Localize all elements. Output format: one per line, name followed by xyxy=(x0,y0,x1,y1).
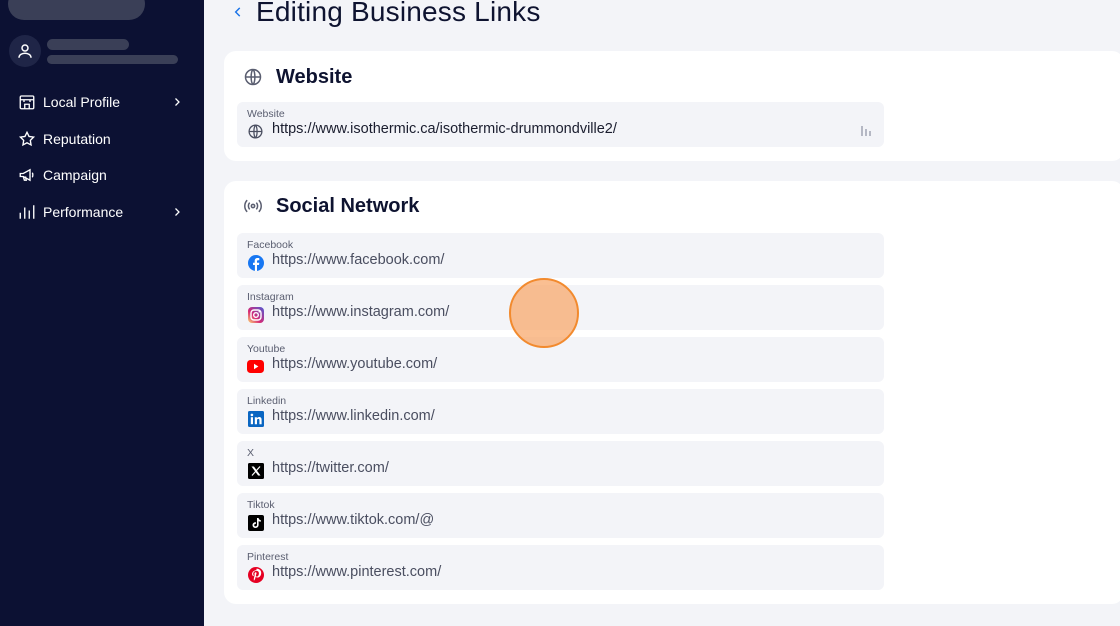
field-label: X xyxy=(247,447,255,459)
facebook-icon xyxy=(247,254,264,271)
bar-chart-icon xyxy=(18,203,36,221)
sidebar-item-local-profile[interactable]: Local Profile xyxy=(18,90,184,114)
chevron-right-icon xyxy=(170,205,184,219)
input-extension-icon[interactable] xyxy=(860,124,872,138)
field-label: Instagram xyxy=(247,291,294,303)
tiktok-field[interactable]: Tiktok https://www.tiktok.com/@ xyxy=(237,493,884,538)
website-field[interactable]: Website https://www.isothermic.ca/isothe… xyxy=(237,102,884,147)
linkedin-field[interactable]: Linkedin https://www.linkedin.com/ xyxy=(237,389,884,434)
globe-icon xyxy=(242,66,264,88)
sidebar-item-campaign[interactable]: Campaign xyxy=(18,163,184,187)
youtube-icon xyxy=(247,358,264,375)
pinterest-input[interactable]: https://www.pinterest.com/ xyxy=(272,564,441,580)
chevron-left-icon xyxy=(234,7,241,17)
sidebar-item-label: Reputation xyxy=(43,131,111,147)
field-label: Youtube xyxy=(247,343,286,355)
pinterest-icon xyxy=(247,566,264,583)
store-icon xyxy=(18,93,36,111)
field-label: Facebook xyxy=(247,239,294,251)
website-input[interactable]: https://www.isothermic.ca/isothermic-dru… xyxy=(272,121,617,137)
sidebar-item-reputation[interactable]: Reputation xyxy=(18,127,184,151)
chevron-right-icon xyxy=(170,95,184,109)
sidebar-item-label: Performance xyxy=(43,204,124,220)
sidebar: Local Profile Reputation Campaign Perfor… xyxy=(0,0,204,626)
tiktok-input[interactable]: https://www.tiktok.com/@ xyxy=(272,512,434,528)
user-name-placeholder xyxy=(47,39,129,50)
linkedin-icon xyxy=(247,410,264,427)
sidebar-item-label: Campaign xyxy=(43,167,107,183)
broadcast-icon xyxy=(242,195,264,217)
facebook-input[interactable]: https://www.facebook.com/ xyxy=(272,252,444,268)
website-card-header: Website xyxy=(242,62,352,92)
social-network-card: Social Network Facebook https://www.face… xyxy=(224,181,1120,604)
facebook-field[interactable]: Facebook https://www.facebook.com/ xyxy=(237,233,884,278)
workspace-switcher[interactable] xyxy=(8,0,145,20)
youtube-input[interactable]: https://www.youtube.com/ xyxy=(272,356,437,372)
field-label: Tiktok xyxy=(247,499,275,511)
instagram-icon xyxy=(247,306,264,323)
user-icon xyxy=(18,44,32,58)
field-label: Pinterest xyxy=(247,551,289,563)
youtube-field[interactable]: Youtube https://www.youtube.com/ xyxy=(237,337,884,382)
page-title: Editing Business Links xyxy=(256,0,541,27)
instagram-input[interactable]: https://www.instagram.com/ xyxy=(272,304,449,320)
star-icon xyxy=(18,130,36,148)
linkedin-input[interactable]: https://www.linkedin.com/ xyxy=(272,408,435,424)
social-card-header: Social Network xyxy=(242,191,419,221)
instagram-field[interactable]: Instagram https://www.instagram.com/ xyxy=(237,285,884,330)
tiktok-icon xyxy=(247,514,264,531)
website-card: Website Website https://www.isothermic.c… xyxy=(224,51,1120,161)
x-field[interactable]: X https://twitter.com/ xyxy=(237,441,884,486)
pinterest-field[interactable]: Pinterest https://www.pinterest.com/ xyxy=(237,545,884,590)
sidebar-item-performance[interactable]: Performance xyxy=(18,200,184,224)
field-label: Website xyxy=(247,108,285,120)
user-email-placeholder xyxy=(47,55,178,64)
back-button[interactable] xyxy=(228,2,248,22)
sidebar-item-label: Local Profile xyxy=(43,94,121,110)
website-section-title: Website xyxy=(276,65,353,88)
page-header: Editing Business Links xyxy=(228,0,541,32)
globe-icon xyxy=(247,123,264,140)
social-section-title: Social Network xyxy=(276,194,420,217)
megaphone-icon xyxy=(18,166,36,184)
x-icon xyxy=(247,462,264,479)
field-label: Linkedin xyxy=(247,395,287,407)
user-avatar[interactable] xyxy=(9,35,41,67)
x-input[interactable]: https://twitter.com/ xyxy=(272,460,389,476)
